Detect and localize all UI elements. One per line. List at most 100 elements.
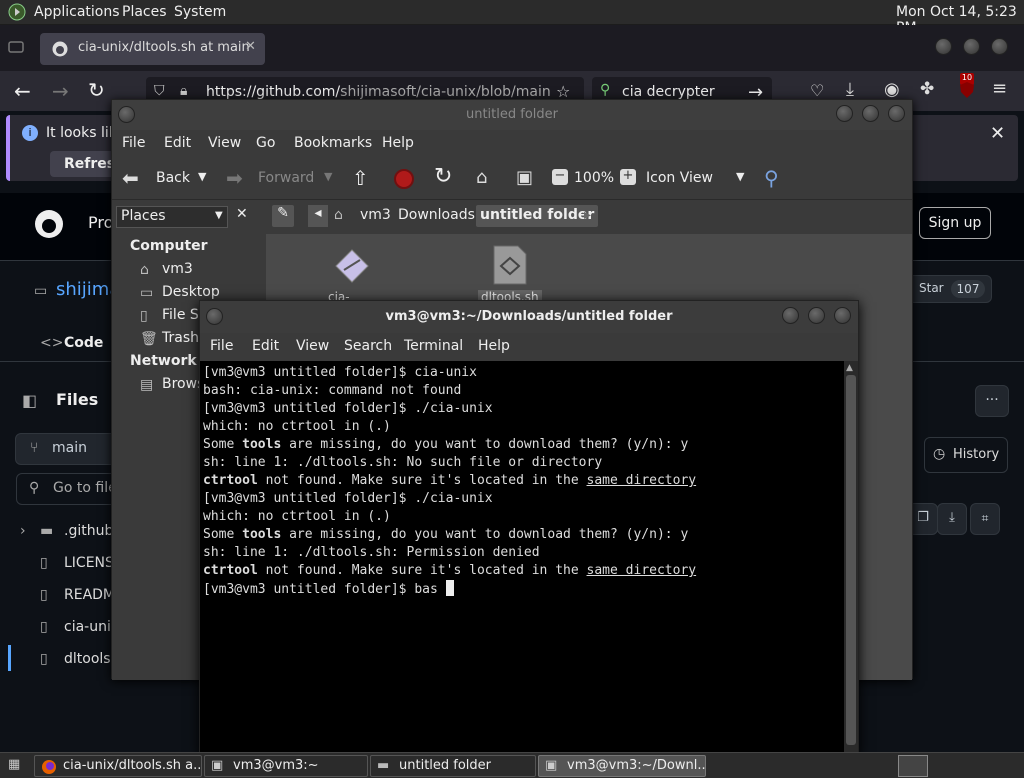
- sidebar-item-desktop[interactable]: Desktop: [162, 284, 220, 300]
- crumb-right-icon[interactable]: ▸: [584, 207, 591, 223]
- menu-bookmarks[interactable]: Bookmarks: [294, 135, 372, 151]
- scroll-thumb[interactable]: [846, 375, 856, 745]
- crumb-untitled-folder[interactable]: untitled folder: [476, 205, 599, 227]
- chevron-right-icon[interactable]: ›: [20, 523, 26, 539]
- menu-search[interactable]: Search: [344, 338, 392, 354]
- more-options-icon[interactable]: ···: [975, 385, 1009, 417]
- reload-icon[interactable]: ↻: [434, 164, 452, 189]
- search-icon[interactable]: ⚲: [764, 166, 779, 190]
- sidebar-item-vm3[interactable]: vm3: [162, 261, 193, 277]
- forward-button[interactable]: Forward: [258, 170, 314, 186]
- firefox-view-icon[interactable]: [8, 39, 24, 55]
- github-logo-icon[interactable]: [34, 209, 64, 239]
- close-window-icon[interactable]: [834, 307, 851, 324]
- stop-icon[interactable]: [394, 169, 414, 189]
- menu-file[interactable]: File: [122, 135, 145, 151]
- back-button[interactable]: Back: [156, 170, 190, 186]
- shield-icon[interactable]: ⛉: [154, 83, 165, 99]
- minimize-icon[interactable]: [782, 307, 799, 324]
- fm-titlebar[interactable]: untitled folder: [112, 100, 912, 130]
- crumb-downloads[interactable]: Downloads: [398, 207, 475, 223]
- forward-icon[interactable]: ➡: [226, 166, 243, 190]
- menu-view[interactable]: View: [208, 135, 241, 151]
- close-window-icon[interactable]: [991, 38, 1008, 55]
- task-file-manager[interactable]: ▬ untitled folder: [370, 755, 536, 777]
- tree-item[interactable]: LICENS: [64, 555, 114, 571]
- close-pane-icon[interactable]: ✕: [236, 206, 248, 222]
- maximize-icon[interactable]: [963, 38, 980, 55]
- pocket-icon[interactable]: ♡: [810, 81, 824, 100]
- hamburger-menu-icon[interactable]: ≡: [992, 78, 1007, 99]
- menu-help[interactable]: Help: [478, 338, 510, 354]
- maximize-icon[interactable]: [808, 307, 825, 324]
- menu-terminal[interactable]: Terminal: [404, 338, 463, 354]
- zoom-out-icon[interactable]: −: [552, 169, 568, 185]
- forward-dropdown-icon[interactable]: ▼: [324, 170, 332, 183]
- task-firefox[interactable]: cia-unix/dltools.sh a...: [34, 755, 202, 777]
- up-icon[interactable]: ⇧: [352, 166, 369, 190]
- forward-arrow-icon[interactable]: →: [52, 79, 69, 103]
- crumb-left-icon[interactable]: ◂: [308, 205, 328, 227]
- window-menu-icon[interactable]: [118, 106, 135, 123]
- sign-up-button[interactable]: Sign up: [919, 207, 991, 239]
- drive-icon: ▯: [140, 308, 148, 324]
- account-icon[interactable]: ◉: [884, 79, 900, 100]
- gnome-foot-icon[interactable]: [8, 3, 26, 21]
- terminal-titlebar[interactable]: vm3@vm3:~/Downloads/untitled folder: [200, 301, 858, 333]
- chevron-down-icon[interactable]: ▼: [736, 170, 744, 183]
- tab-code[interactable]: Code: [64, 335, 103, 351]
- lock-icon[interactable]: 🔒︎: [180, 83, 187, 99]
- edit-location-icon[interactable]: ✎: [272, 205, 294, 227]
- prompt-input: [vm3@vm3 untitled folder]$ bas: [203, 582, 438, 597]
- sidebar-item-trash[interactable]: Trash: [162, 330, 199, 346]
- minimize-icon[interactable]: [836, 105, 853, 122]
- view-mode-select[interactable]: Icon View: [646, 170, 713, 186]
- maximize-icon[interactable]: [862, 105, 879, 122]
- file-cia-unix[interactable]: cia-unix: [328, 244, 374, 318]
- extensions-icon[interactable]: ✤: [920, 79, 934, 99]
- tree-item[interactable]: READM: [64, 587, 115, 603]
- home-icon[interactable]: ⌂: [476, 167, 487, 188]
- places-select[interactable]: Places ▼: [116, 206, 228, 228]
- star-button[interactable]: Star 107: [908, 275, 992, 303]
- tab-github-dltools[interactable]: cia-unix/dltools.sh at main ✕: [40, 33, 265, 65]
- menu-help[interactable]: Help: [382, 135, 414, 151]
- downloads-icon[interactable]: ⤓: [846, 79, 854, 100]
- chevron-down-icon: ▼: [215, 210, 223, 221]
- window-menu-icon[interactable]: [206, 308, 223, 325]
- back-arrow-icon[interactable]: ←: [14, 79, 31, 103]
- reload-icon[interactable]: ↻: [88, 78, 105, 102]
- history-button[interactable]: ◷ History: [924, 437, 1008, 473]
- scroll-up-icon[interactable]: ▲: [846, 363, 853, 373]
- sidebar-toggle-icon[interactable]: ◧: [22, 391, 37, 410]
- applications-menu[interactable]: Applications: [34, 4, 120, 20]
- terminal-output[interactable]: [vm3@vm3 untitled folder]$ cia-unix bash:…: [200, 361, 844, 755]
- menu-edit[interactable]: Edit: [252, 338, 279, 354]
- download-icon[interactable]: ⤓: [937, 503, 967, 535]
- zoom-in-icon[interactable]: +: [620, 169, 636, 185]
- file-dltools-sh[interactable]: dltools.sh: [478, 242, 544, 304]
- computer-icon[interactable]: ▣: [516, 167, 533, 188]
- menu-go[interactable]: Go: [256, 135, 275, 151]
- menu-view[interactable]: View: [296, 338, 329, 354]
- workspace-switcher[interactable]: [898, 755, 928, 777]
- task-terminal-1[interactable]: ▣ vm3@vm3:~: [204, 755, 368, 777]
- close-window-icon[interactable]: [888, 105, 905, 122]
- places-menu[interactable]: Places: [122, 4, 167, 20]
- menu-edit[interactable]: Edit: [164, 135, 191, 151]
- back-dropdown-icon[interactable]: ▼: [198, 170, 206, 183]
- ublock-icon[interactable]: [958, 81, 976, 99]
- product-menu[interactable]: Pro: [88, 213, 113, 232]
- close-tab-icon[interactable]: ✕: [245, 39, 256, 54]
- close-notification-icon[interactable]: ✕: [990, 123, 1005, 144]
- system-menu[interactable]: System: [174, 4, 226, 20]
- crumb-vm3[interactable]: vm3: [360, 207, 391, 223]
- show-desktop-icon[interactable]: ▦: [8, 757, 20, 772]
- back-icon[interactable]: ⬅: [122, 166, 139, 190]
- terminal-scrollbar[interactable]: ▲: [844, 361, 858, 755]
- tree-item[interactable]: .github: [64, 523, 113, 539]
- task-terminal-2[interactable]: ▣ vm3@vm3:~/Downl...: [538, 755, 706, 777]
- symbols-icon[interactable]: ⌗: [970, 503, 1000, 535]
- minimize-icon[interactable]: [935, 38, 952, 55]
- menu-file[interactable]: File: [210, 338, 233, 354]
